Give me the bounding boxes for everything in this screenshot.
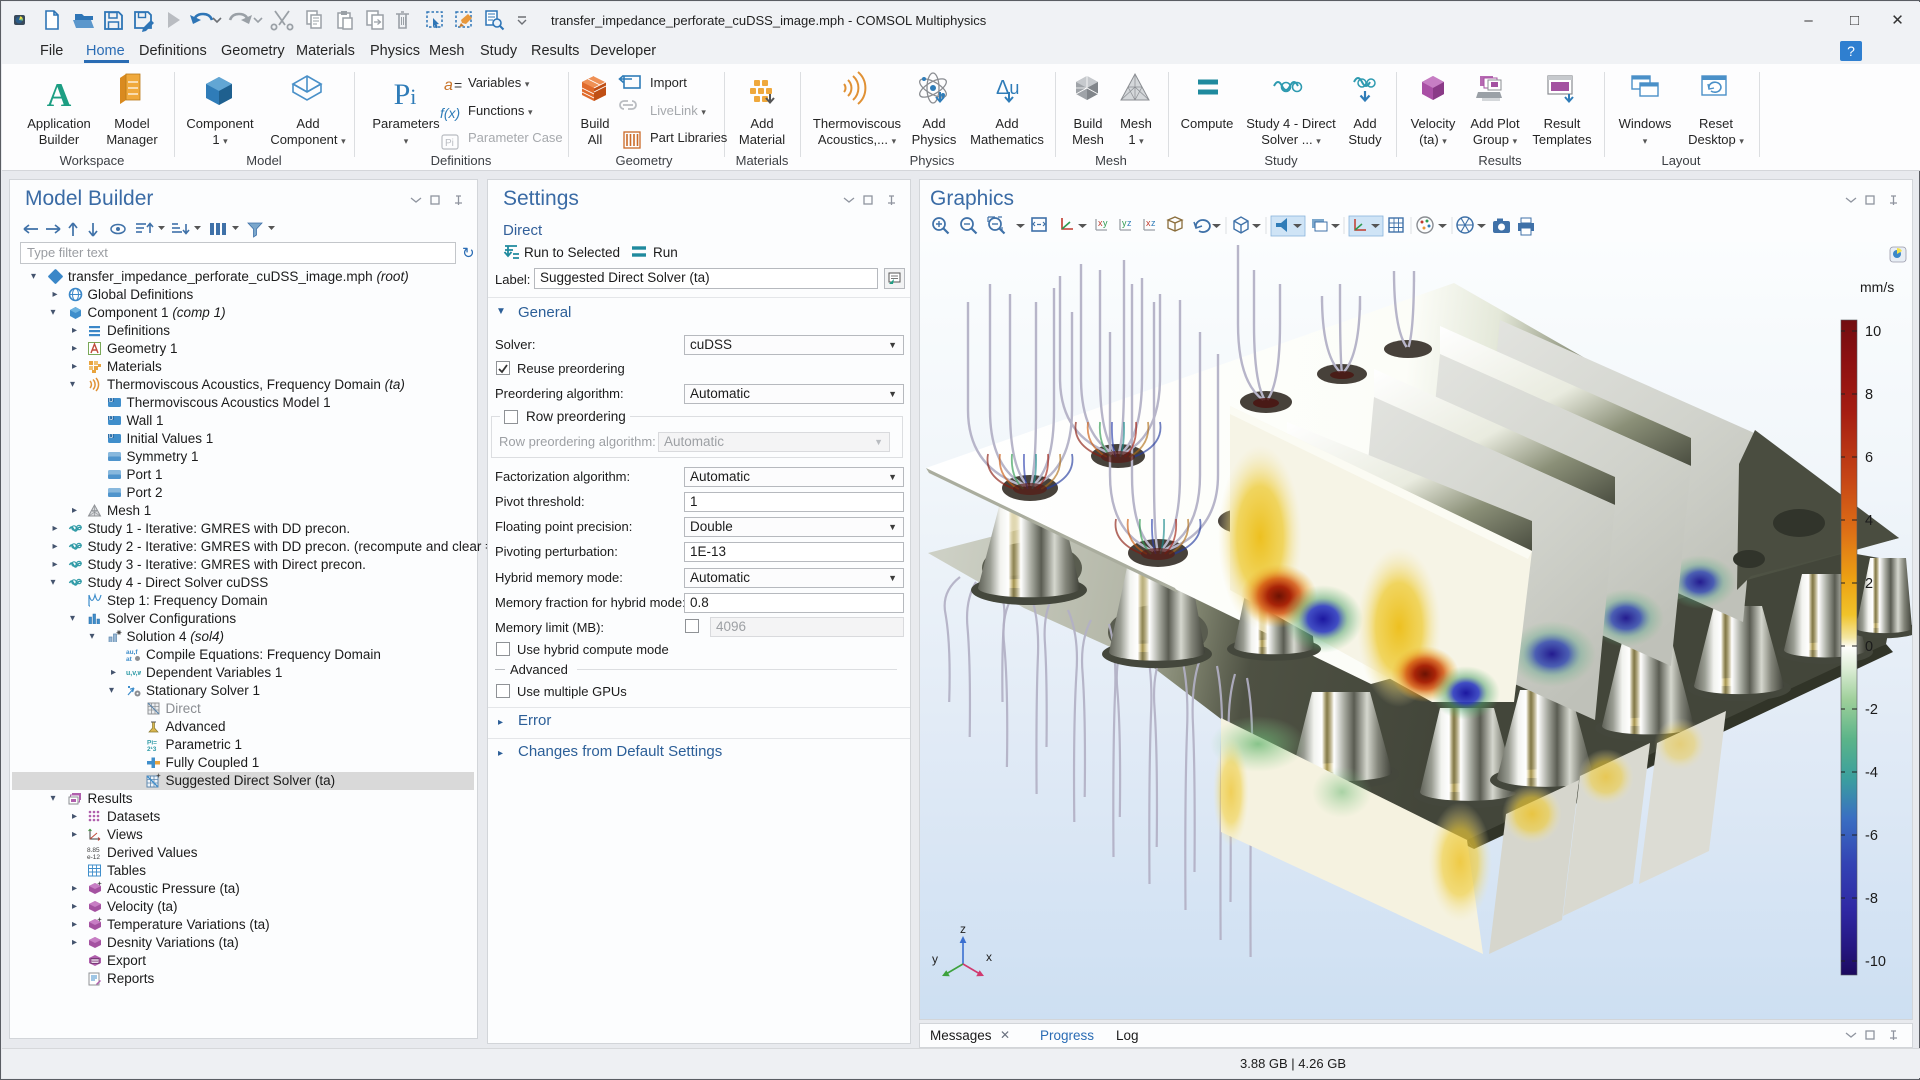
svg-text:D: D [109,434,114,440]
svg-text:-4: -4 [1865,765,1878,781]
svg-text:u,v,w: u,v,w [126,670,141,677]
svg-text:z: z [1127,218,1132,228]
svg-text:x: x [986,950,992,964]
svg-text:8: 8 [1865,387,1873,403]
svg-text:e-12: e-12 [87,854,100,860]
svg-text:D: D [109,416,114,422]
svg-text:z: z [1151,218,1156,228]
svg-text:=: = [454,77,462,93]
svg-text:A: A [47,77,72,114]
svg-text:Δu: Δu [996,77,1019,99]
svg-text:at: at [126,656,133,662]
svg-text:2: 2 [1865,576,1873,592]
svg-text:z: z [960,922,966,936]
svg-text:10: 10 [1865,324,1881,340]
svg-text:-10: -10 [1865,954,1886,970]
svg-text:y: y [932,952,938,966]
svg-text:-2: -2 [1865,702,1878,718]
svg-text:au,f: au,f [126,649,138,656]
svg-text:Pi: Pi [394,78,417,111]
svg-text:D: D [109,398,114,404]
svg-text:8.85: 8.85 [87,847,100,854]
svg-text:4: 4 [1865,513,1873,529]
svg-text:0: 0 [1865,639,1873,655]
svg-text:-8: -8 [1865,891,1878,907]
svg-text:2¹3: 2¹3 [147,746,157,752]
svg-text:-6: -6 [1865,828,1878,844]
svg-text:a: a [444,77,453,94]
svg-text:Pi: Pi [445,138,454,149]
svg-text:6: 6 [1865,450,1873,466]
svg-text:mm/s: mm/s [1860,279,1894,295]
svg-text:y: y [1103,218,1108,228]
